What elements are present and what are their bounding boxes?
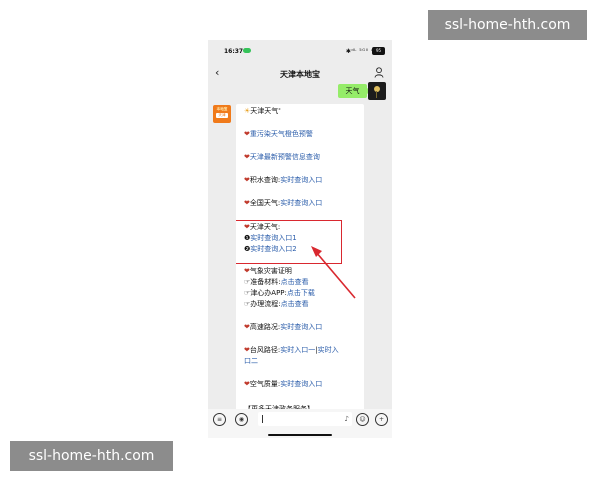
menu-list-icon[interactable]: ≡ [213,413,226,426]
voice-toggle-icon[interactable]: ◉ [235,413,248,426]
plus-icon[interactable]: + [375,413,388,426]
watermark-top: ssl-home-hth.com [428,10,587,40]
phone-screen: 16:37 ✱ᵈᴸ ⁵ᴳᴵˡ ᵃ 95 ‹ 天津本地宝 天气 本地宝 天津 ☀天… [208,40,392,438]
home-indicator [268,434,332,436]
microphone-icon[interactable]: ♪ [345,415,349,423]
arrow-annotation-icon [311,246,356,299]
emoji-icon[interactable]: ☺ [356,413,369,426]
text-cursor [262,415,263,423]
chat-input-bar: ≡ ◉ ♪ ☺ + [208,409,392,438]
watermark-bottom: ssl-home-hth.com [10,441,173,471]
message-input[interactable]: ♪ [258,412,352,426]
